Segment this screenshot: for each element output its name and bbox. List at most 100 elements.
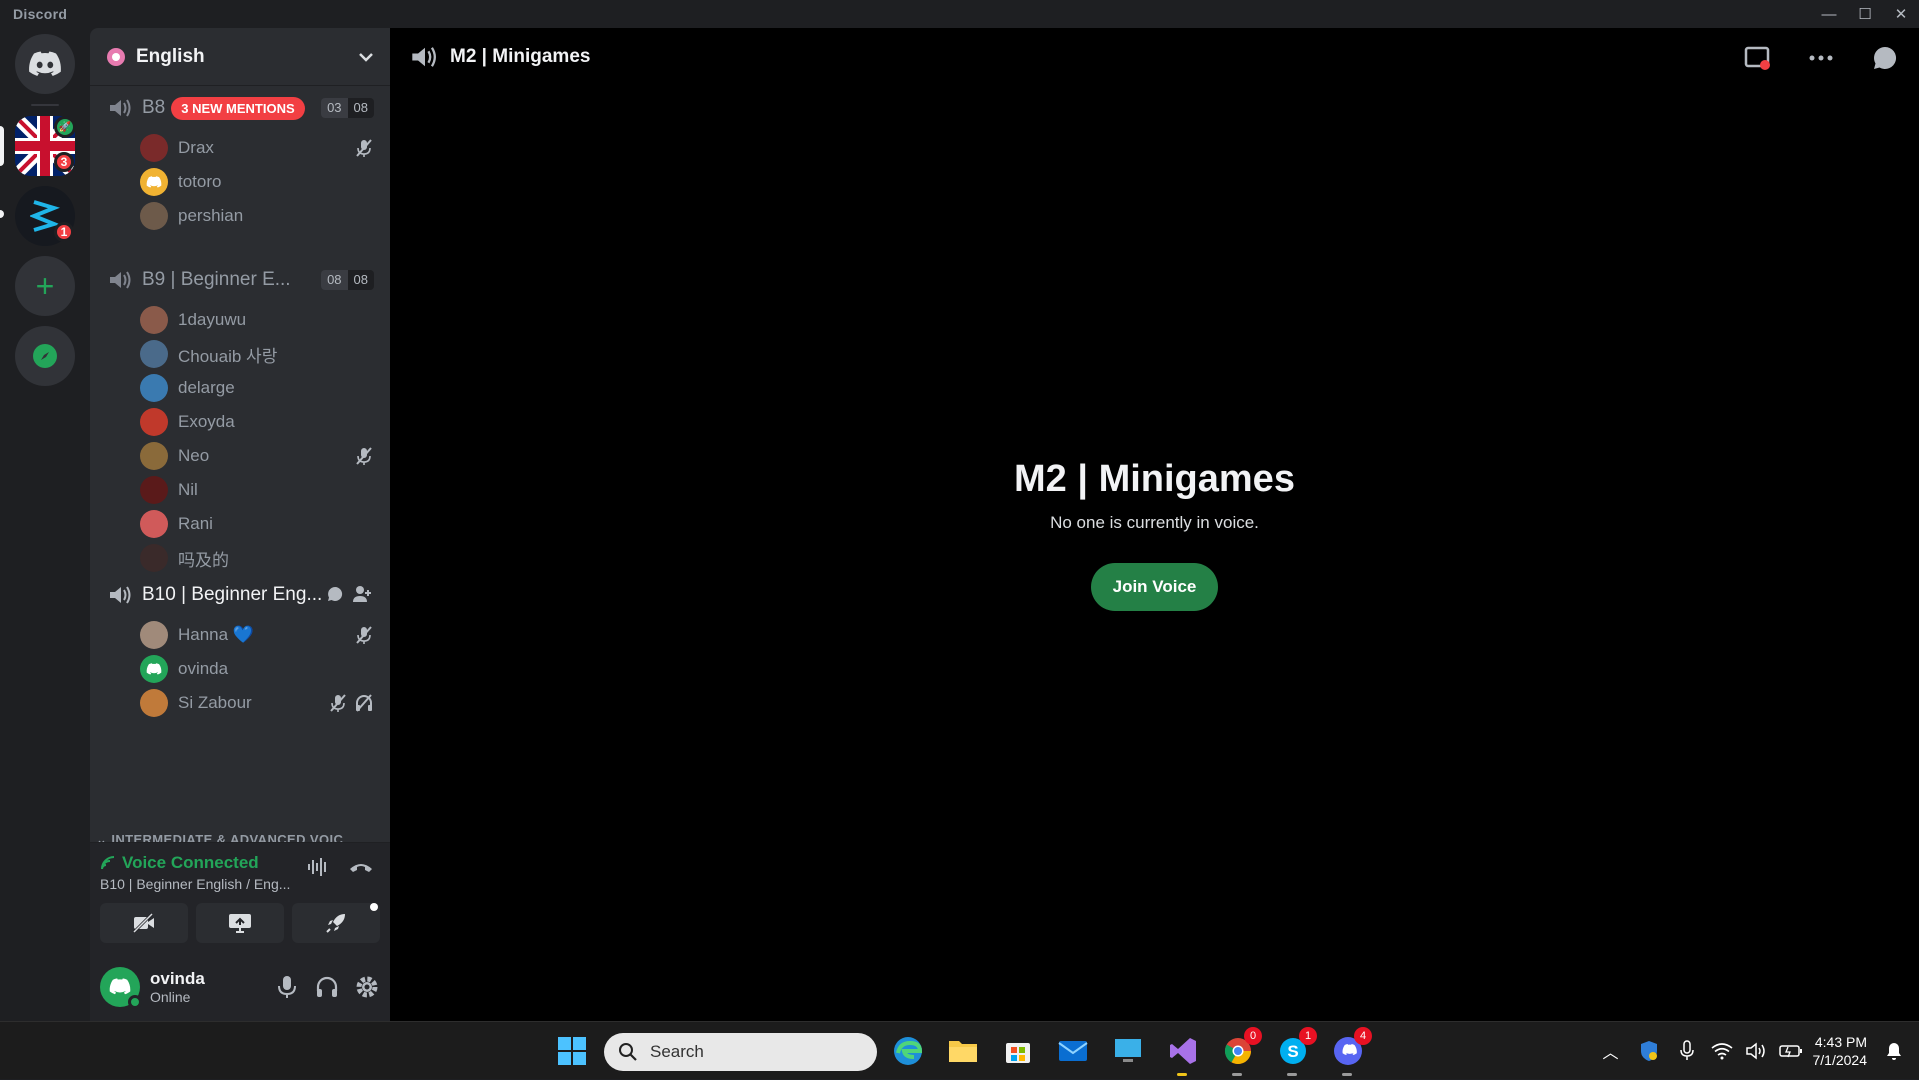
clock-time: 4:43 PM	[1814, 1034, 1867, 1050]
voice-member[interactable]: Chouaib 사랑	[140, 336, 382, 372]
unread-server-pill	[0, 210, 4, 218]
voice-member[interactable]: Nil	[140, 472, 382, 508]
voice-channel-b8[interactable]: B8 3 NEW MENTIONS 03 08	[98, 90, 382, 126]
avatar	[140, 544, 168, 572]
taskbar-search[interactable]: Search	[604, 1033, 877, 1071]
mail-icon	[1058, 1041, 1088, 1061]
add-server-button[interactable]: +	[15, 256, 75, 316]
microphone-icon[interactable]	[1679, 1040, 1695, 1062]
mention-badge: 3	[54, 152, 74, 172]
member-name: Chouaib 사랑	[178, 346, 278, 366]
channel-sidebar: English B8 3 NEW MENTIONS 03 08 Drax tot…	[90, 28, 390, 1021]
chat-bubble-icon[interactable]	[1871, 44, 1899, 72]
clock[interactable]: 4:43 PM 7/1/2024	[1813, 1033, 1868, 1069]
join-voice-button[interactable]: Join Voice	[1090, 563, 1219, 611]
taskbar-file-explorer[interactable]	[945, 1033, 981, 1069]
video-off-icon	[132, 913, 154, 933]
username: ovinda	[150, 968, 205, 988]
mention-badge: 1	[54, 222, 74, 242]
taskbar-skype[interactable]: S 1	[1275, 1027, 1317, 1076]
voice-member[interactable]: Rani	[140, 506, 382, 542]
chevron-up-icon[interactable]: ︿	[1602, 1039, 1618, 1063]
battery-icon[interactable]	[1778, 1043, 1803, 1059]
taskbar-chrome[interactable]: 0	[1220, 1027, 1262, 1076]
taskbar-discord[interactable]: 4	[1330, 1027, 1372, 1076]
taskbar-mail[interactable]	[1055, 1033, 1091, 1069]
volume-icon[interactable]	[1745, 1042, 1767, 1060]
noise-suppression-icon[interactable]	[306, 855, 330, 879]
gear-icon[interactable]	[354, 974, 380, 1000]
headphones-icon[interactable]	[314, 974, 340, 1000]
search-icon	[619, 1043, 637, 1061]
avatar[interactable]	[100, 966, 142, 1009]
voice-member[interactable]: Si Zabour	[140, 685, 382, 721]
server-header[interactable]: English	[90, 28, 390, 86]
screen-share-button[interactable]	[196, 903, 284, 943]
voice-member[interactable]: pershian	[140, 198, 382, 234]
avatar	[140, 476, 168, 504]
explore-servers-button[interactable]	[15, 326, 75, 386]
title-bar: Discord — ☐ ✕	[0, 0, 1919, 28]
chat-bubble-icon[interactable]	[326, 585, 344, 603]
edge-icon	[894, 1037, 923, 1065]
server-name: English	[136, 45, 205, 67]
voice-channel-path[interactable]: B10 | Beginner English / Eng...	[100, 876, 290, 892]
voice-member[interactable]: Hanna 💙	[140, 617, 382, 653]
channel-name: B9 | Beginner E...	[142, 269, 291, 290]
video-toggle-button[interactable]	[100, 903, 188, 943]
microphone-icon[interactable]	[274, 974, 300, 1000]
wifi-icon[interactable]	[1711, 1042, 1733, 1060]
user-count: 03 08	[321, 98, 374, 118]
clock-date: 7/1/2024	[1812, 1052, 1868, 1068]
user-count-current: 03	[321, 98, 348, 118]
voice-member[interactable]: 1dayuwu	[140, 302, 382, 338]
avatar	[140, 202, 168, 230]
disconnect-call-icon[interactable]	[348, 855, 374, 879]
notification-badge: 1	[1299, 1027, 1317, 1045]
running-indicator	[1177, 1073, 1187, 1076]
voice-channel-b9[interactable]: B9 | Beginner E... 08 08	[98, 262, 382, 298]
popout-icon[interactable]	[1743, 44, 1771, 72]
store-icon	[1006, 1043, 1030, 1063]
voice-member[interactable]: ovinda	[140, 651, 382, 687]
avatar	[140, 408, 168, 436]
channel-name: B10 | Beginner Eng...	[142, 584, 323, 605]
discord-logo-icon	[146, 176, 162, 188]
plus-icon: +	[35, 267, 55, 304]
invite-user-icon[interactable]	[352, 585, 372, 603]
voice-member[interactable]: Exoyda	[140, 404, 382, 440]
close-icon[interactable]: ✕	[1883, 0, 1919, 28]
mic-muted-icon	[356, 139, 372, 157]
new-mentions-badge[interactable]: 3 NEW MENTIONS	[171, 96, 305, 120]
app-title: Discord	[13, 6, 68, 22]
security-shield-icon[interactable]	[1639, 1040, 1659, 1062]
voice-member[interactable]: Drax	[140, 130, 382, 166]
taskbar-visual-studio[interactable]	[1165, 1033, 1201, 1076]
notification-bell-icon[interactable]	[1885, 1041, 1903, 1061]
taskbar-edge[interactable]	[890, 1033, 926, 1069]
direct-messages-button[interactable]	[15, 34, 75, 94]
voice-member[interactable]: delarge	[140, 370, 382, 406]
voice-member[interactable]: totoro	[140, 164, 382, 200]
folder-icon	[949, 1041, 977, 1062]
minimize-icon[interactable]: —	[1811, 0, 1847, 28]
voice-status[interactable]: Voice Connected	[100, 853, 259, 873]
mic-muted-icon	[356, 626, 372, 644]
taskbar-store[interactable]	[1000, 1033, 1036, 1069]
more-options-icon[interactable]	[1807, 44, 1835, 72]
maximize-icon[interactable]: ☐	[1847, 0, 1883, 28]
voice-member[interactable]: Neo	[140, 438, 382, 474]
activities-button[interactable]	[292, 903, 380, 943]
discord-logo-icon	[109, 978, 131, 995]
compass-icon	[33, 344, 57, 368]
rail-separator	[31, 104, 59, 106]
empty-voice-state: M2 | Minigames No one is currently in vo…	[390, 458, 1919, 611]
voice-channel-b10[interactable]: B10 | Beginner Eng...	[98, 577, 382, 613]
channel-name: B8	[142, 97, 166, 118]
taskbar-remote-desktop[interactable]	[1110, 1033, 1146, 1069]
windows-start-icon[interactable]	[556, 1035, 588, 1067]
windows-taskbar: Search 0 S 1 4 ︿ 4:43 PM 7/1/2024	[0, 1021, 1919, 1079]
voice-member[interactable]: 吗及的	[140, 540, 382, 576]
notification-badge: 4	[1354, 1027, 1372, 1045]
speaker-icon	[110, 586, 131, 604]
